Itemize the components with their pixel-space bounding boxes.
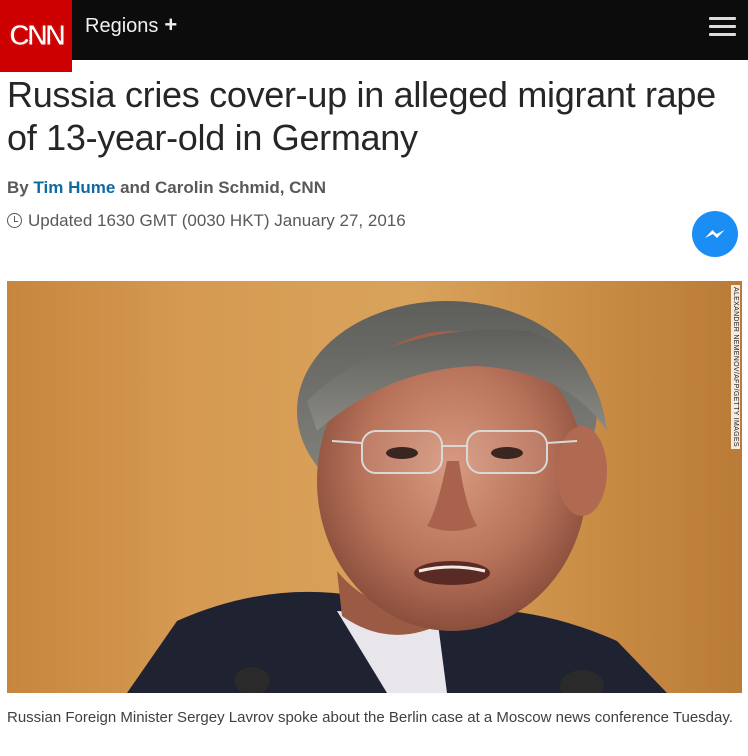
photo-credit: ALEXANDER NEMENOV/AFP/GETTY IMAGES [731, 285, 740, 449]
messenger-icon [705, 230, 725, 238]
portrait-illustration [127, 301, 667, 693]
updated-text: Updated 1630 GMT (0030 HKT) January 27, … [28, 211, 406, 230]
article-headline: Russia cries cover-up in alleged migrant… [7, 74, 716, 158]
byline-prefix: By [7, 178, 29, 197]
plus-icon: + [164, 12, 178, 37]
cnn-logo-text: CNN [9, 19, 67, 52]
photo-caption: Russian Foreign Minister Sergey Lavrov s… [7, 709, 733, 726]
article-photo: ALEXANDER NEMENOV/AFP/GETTY IMAGES [7, 281, 742, 693]
author-link-tim-hume[interactable]: Tim Hume [33, 178, 115, 197]
updated-timestamp: Updated 1630 GMT (0030 HKT) January 27, … [7, 206, 427, 235]
top-navigation-bar: CNN Regions + [0, 0, 748, 72]
cnn-logo[interactable]: CNN [0, 0, 72, 72]
hamburger-icon[interactable] [709, 17, 736, 37]
byline-authors: and Carolin Schmid, CNN [120, 178, 326, 197]
clock-icon [7, 213, 22, 228]
messenger-share-button[interactable] [692, 211, 738, 257]
regions-label: Regions [85, 14, 159, 37]
regions-menu-button[interactable]: Regions + [85, 12, 178, 38]
byline: By Tim Hume and Carolin Schmid, CNN [7, 178, 326, 198]
